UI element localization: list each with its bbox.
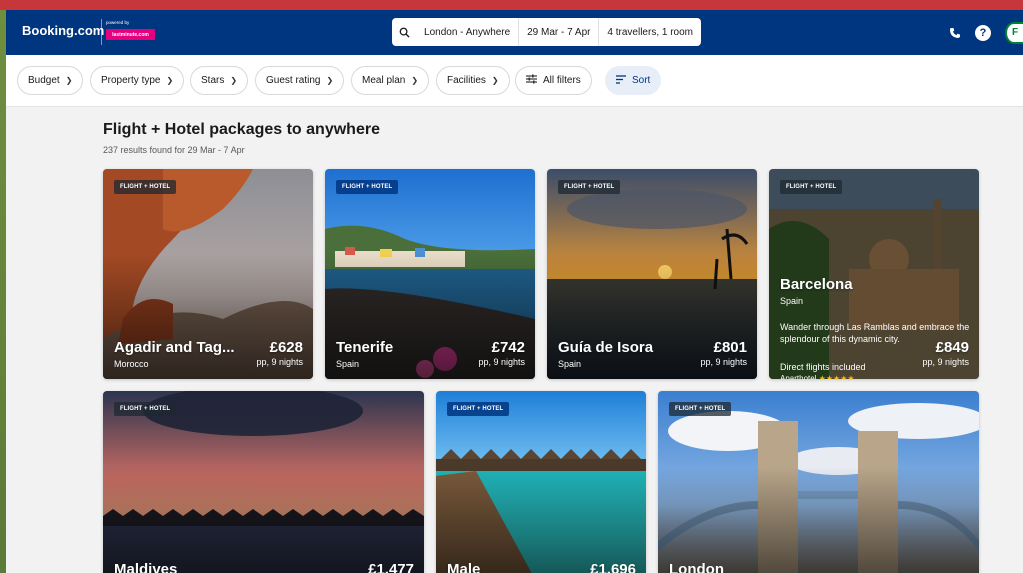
destination-country: Spain <box>336 359 360 369</box>
chevron-down-icon: ❯ <box>411 76 419 85</box>
filter-label: All filters <box>543 75 581 86</box>
hotel-type: Aparthotel <box>780 374 817 379</box>
powered-by-label: powered by <box>106 20 130 25</box>
partner-logo: lastminute.com <box>106 29 155 40</box>
sliders-icon <box>526 74 537 87</box>
search-dates[interactable]: 29 Mar - 7 Apr <box>519 27 598 38</box>
filter-property-type[interactable]: Property type ❯ <box>90 66 185 95</box>
browser-top-bar <box>0 0 1023 10</box>
destination-country: Spain <box>558 359 582 369</box>
price-basis: pp, 9 nights <box>922 357 969 367</box>
all-filters-button[interactable]: All filters <box>515 66 592 95</box>
chevron-down-icon: ❯ <box>326 76 334 85</box>
price-basis: pp, 9 nights <box>700 357 747 367</box>
chevron-down-icon: ❯ <box>230 76 238 85</box>
hotel-rating: Aparthotel ★★★★★ <box>780 374 855 379</box>
help-icon[interactable]: ? <box>975 24 991 41</box>
flight-hotel-badge: FLIGHT + HOTEL <box>447 402 510 416</box>
page-title: Flight + Hotel packages to anywhere <box>103 121 380 138</box>
price-basis: pp, 9 nights <box>256 357 303 367</box>
search-guests[interactable]: 4 travellers, 1 room <box>599 27 701 38</box>
destination-name: Guía de Isora <box>558 339 654 356</box>
destination-card-barcelona[interactable]: FLIGHT + HOTEL Barcelona Spain Wander th… <box>769 169 979 379</box>
filter-bar: Budget ❯ Property type ❯ Stars ❯ Guest rati… <box>6 55 1023 107</box>
filter-label: Meal plan <box>362 75 406 86</box>
price: £849 <box>935 339 969 356</box>
avatar[interactable]: F <box>1005 21 1023 44</box>
flight-hotel-badge: FLIGHT + HOTEL <box>114 180 177 194</box>
direct-flights-label: Direct flights included <box>780 362 866 372</box>
price-basis: pp, 9 nights <box>478 357 525 367</box>
price: £1,477 <box>368 561 414 573</box>
flight-hotel-badge: FLIGHT + HOTEL <box>336 180 399 194</box>
filter-facilities[interactable]: Facilities ❯ <box>436 66 510 95</box>
brand-logo[interactable]: Booking.com <box>22 23 104 38</box>
chevron-down-icon: ❯ <box>491 76 499 85</box>
filter-budget[interactable]: Budget ❯ <box>17 66 84 95</box>
destination-card-guia-de-isora[interactable]: FLIGHT + HOTEL Guía de Isora Spain £801 … <box>547 169 757 379</box>
search-summary[interactable]: London - Anywhere 29 Mar - 7 Apr 4 trave… <box>392 18 701 46</box>
destination-name: Maldives <box>114 561 178 573</box>
flight-hotel-badge: FLIGHT + HOTEL <box>669 402 732 416</box>
destination-name: Barcelona <box>780 276 853 293</box>
site-header: Booking.com powered by lastminute.com Lo… <box>6 10 1023 55</box>
destination-country: Morocco <box>114 359 149 369</box>
destination-country: Spain <box>780 296 804 306</box>
flight-hotel-badge: FLIGHT + HOTEL <box>558 180 621 194</box>
destination-name: London <box>669 561 724 573</box>
destination-card-london[interactable]: FLIGHT + HOTEL London <box>658 391 979 573</box>
price: £1,696 <box>590 561 636 573</box>
filter-label: Facilities <box>447 75 486 86</box>
flight-hotel-badge: FLIGHT + HOTEL <box>114 402 177 416</box>
phone-icon[interactable] <box>949 27 961 39</box>
sort-button[interactable]: Sort <box>605 66 662 95</box>
filter-label: Budget <box>28 75 60 86</box>
sort-icon <box>616 74 626 87</box>
filter-label: Guest rating <box>266 75 321 86</box>
search-icon <box>392 27 416 38</box>
star-icon: ★★★★★ <box>818 374 855 379</box>
price: £628 <box>269 339 303 356</box>
flight-hotel-badge: FLIGHT + HOTEL <box>780 180 843 194</box>
filter-guest-rating[interactable]: Guest rating ❯ <box>255 66 345 95</box>
chevron-down-icon: ❯ <box>166 76 174 85</box>
destination-name: Male <box>447 561 481 573</box>
filter-label: Stars <box>201 75 225 86</box>
destination-card-maldives[interactable]: FLIGHT + HOTEL Maldives £1,477 <box>103 391 424 573</box>
results-count: 237 results found for 29 Mar - 7 Apr <box>103 145 245 155</box>
header-actions: ? F <box>935 10 1023 55</box>
image-overlay <box>658 467 979 573</box>
destination-card-tenerife[interactable]: FLIGHT + HOTEL Tenerife Spain £742 pp, 9… <box>325 169 535 379</box>
destination-name: Tenerife <box>336 339 394 356</box>
filter-stars[interactable]: Stars ❯ <box>190 66 249 95</box>
destination-card-agadir[interactable]: FLIGHT + HOTEL Agadir and Tag... Morocco… <box>103 169 313 379</box>
divider <box>101 19 102 45</box>
filter-meal-plan[interactable]: Meal plan ❯ <box>351 66 430 95</box>
image-overlay <box>436 467 646 573</box>
price: £742 <box>491 339 525 356</box>
filter-label: Property type <box>101 75 161 86</box>
search-destination[interactable]: London - Anywhere <box>416 27 518 38</box>
chevron-down-icon: ❯ <box>65 76 73 85</box>
image-overlay <box>103 467 424 573</box>
price: £801 <box>713 339 747 356</box>
sort-label: Sort <box>632 75 651 86</box>
destination-card-male[interactable]: FLIGHT + HOTEL Male £1,696 <box>436 391 646 573</box>
destination-name: Agadir and Tag... <box>114 339 235 356</box>
